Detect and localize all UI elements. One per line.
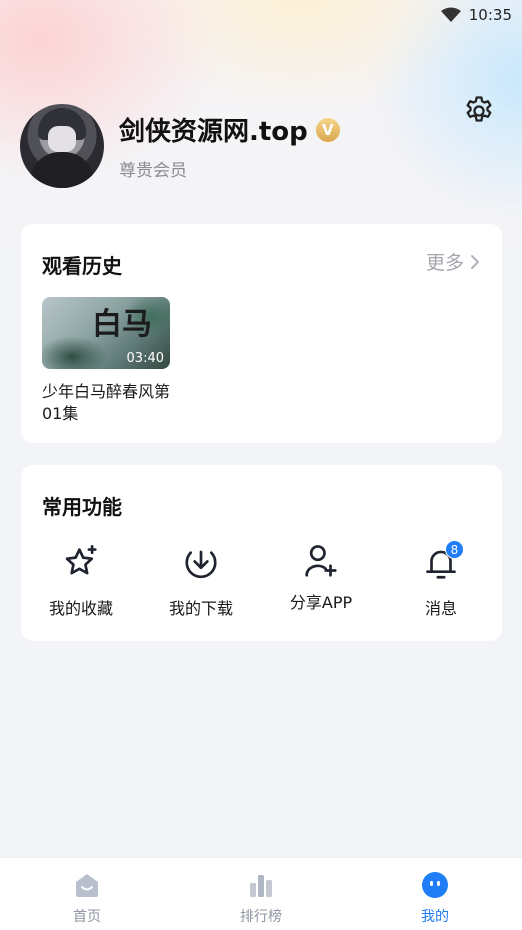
tab-mine[interactable]: 我的 (385, 870, 485, 926)
tab-ranking[interactable]: 排行榜 (211, 870, 311, 926)
share-app-label: 分享APP (289, 593, 353, 612)
profile-face-icon (422, 872, 448, 898)
thumbnail-title-art: 白马 (92, 307, 152, 342)
downloads-button[interactable]: 我的下载 (141, 543, 261, 619)
chevron-right-icon (471, 254, 479, 269)
more-history-link[interactable]: 更多 (426, 248, 480, 275)
tab-mine-label: 我的 (421, 909, 449, 925)
add-user-icon (305, 545, 337, 577)
share-app-button[interactable]: 分享APP (261, 543, 381, 613)
gear-icon (466, 96, 492, 122)
wifi-icon (440, 7, 461, 22)
member-level: 尊贵会员 (119, 161, 187, 181)
avatar[interactable] (20, 104, 104, 188)
function-grid: 我的收藏 我的下载 分享APP 8 消息 (21, 540, 502, 623)
message-count-badge: 8 (445, 540, 464, 559)
download-icon (185, 550, 217, 579)
watch-history-title: 观看历史 (42, 254, 122, 278)
profile-header[interactable]: 剑侠资源网.top V 尊贵会员 (20, 104, 340, 188)
status-bar: 10:35 (0, 0, 522, 30)
username: 剑侠资源网.top (119, 117, 308, 147)
favorites-button[interactable]: 我的收藏 (21, 543, 141, 619)
tab-home-label: 首页 (73, 909, 101, 925)
tab-home[interactable]: 首页 (37, 870, 137, 926)
status-time: 10:35 (468, 6, 512, 24)
messages-button[interactable]: 8 消息 (381, 540, 501, 619)
bar-chart-icon (250, 875, 272, 897)
vip-badge-icon: V (315, 117, 340, 142)
common-functions-card: 常用功能 我的收藏 我的下载 分享APP 8 消息 (21, 465, 502, 641)
video-thumbnail[interactable]: 白马 03:40 (42, 297, 170, 369)
profile-info: 剑侠资源网.top V 尊贵会员 (119, 111, 340, 181)
star-icon (65, 545, 97, 575)
video-title: 少年白马醉春风第01集 (42, 382, 171, 423)
history-item[interactable]: 白马 03:40 少年白马醉春风第01集 (42, 297, 170, 425)
more-label: 更多 (425, 252, 464, 274)
messages-label: 消息 (424, 599, 457, 618)
home-icon (76, 874, 98, 897)
tab-ranking-label: 排行榜 (240, 909, 282, 925)
favorites-label: 我的收藏 (48, 599, 113, 618)
bottom-tab-bar: 首页 排行榜 我的 (0, 857, 522, 930)
downloads-label: 我的下载 (168, 599, 233, 618)
common-functions-title: 常用功能 (42, 495, 122, 519)
watch-history-card: 观看历史 更多 白马 03:40 少年白马醉春风第01集 (21, 224, 502, 443)
video-duration: 03:40 (126, 351, 164, 366)
settings-button[interactable] (462, 94, 496, 128)
